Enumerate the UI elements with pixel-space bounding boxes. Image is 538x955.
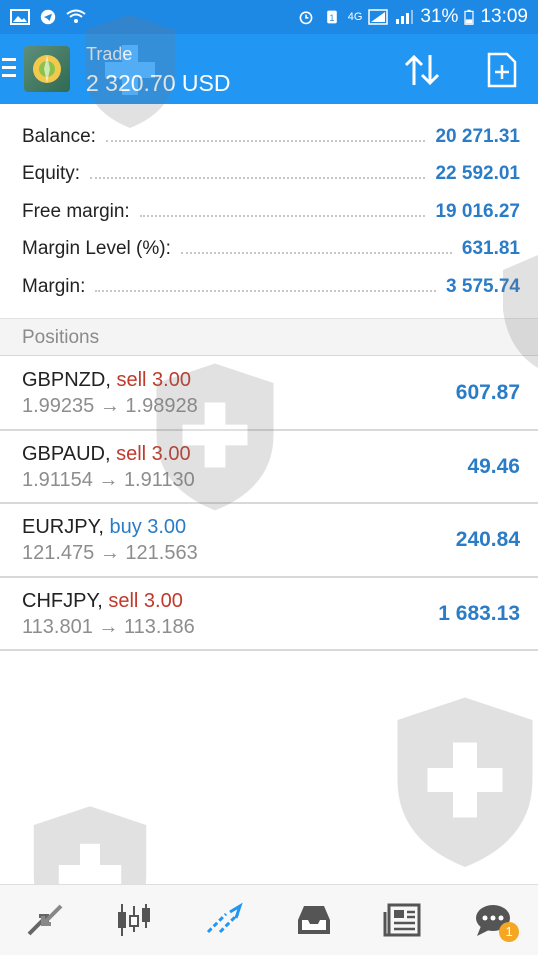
price-arrow: →	[98, 468, 119, 491]
page-title: Trade	[86, 44, 133, 64]
account-summary: Balance: 20 271.31 Equity: 22 592.01 Fre…	[0, 118, 538, 306]
position-prices: 1.99235 → 1.98928	[22, 395, 198, 418]
dotted-leader	[180, 252, 452, 255]
summary-label: Margin Level (%):	[22, 238, 171, 260]
dotted-leader	[105, 139, 426, 142]
position-prices: 113.801 → 113.186	[22, 616, 195, 639]
position-title: GBPNZD, sell 3.00	[22, 369, 191, 392]
position-row[interactable]: EURJPY, buy 3.00 121.475 → 121.563 240.8…	[0, 504, 538, 578]
news-icon	[383, 903, 421, 937]
signal-bars-icon	[396, 10, 414, 24]
current-price: 121.563	[125, 542, 198, 564]
summary-value: 3 575.74	[446, 275, 520, 297]
position-side: sell 3.00	[116, 442, 191, 465]
position-title: GBPAUD, sell 3.00	[22, 443, 191, 466]
current-price: 113.186	[123, 615, 195, 638]
open-price: 113.801	[22, 615, 93, 638]
dotted-leader	[95, 289, 437, 292]
nav-chat[interactable]: 1	[465, 892, 521, 948]
open-price: 1.99235	[22, 395, 95, 417]
summary-value: 22 592.01	[435, 163, 520, 185]
metatrader-logo-icon	[33, 55, 61, 83]
position-profit: 49.46	[467, 454, 520, 478]
telegram-icon	[40, 9, 56, 25]
positions-section-header: Positions	[0, 318, 538, 356]
nav-charts[interactable]	[106, 892, 162, 948]
position-symbol: GBPNZD,	[22, 369, 111, 391]
summary-label: Balance:	[22, 125, 96, 147]
signal-icon	[368, 9, 389, 25]
nav-quotes[interactable]	[17, 892, 73, 948]
trade-icon	[207, 902, 243, 934]
position-profit: 1 683.13	[438, 601, 520, 625]
position-profit: 240.84	[455, 528, 520, 551]
quotes-icon	[27, 904, 63, 936]
nav-news[interactable]	[375, 892, 431, 948]
summary-row-equity: Equity: 22 592.01	[0, 156, 538, 194]
position-symbol: GBPAUD,	[22, 442, 111, 465]
summary-row-margin: Margin: 3 575.74	[0, 268, 538, 306]
position-title: EURJPY, buy 3.00	[22, 516, 186, 539]
svg-text:1: 1	[329, 13, 334, 23]
alarm-icon	[299, 11, 313, 25]
wifi-icon	[66, 9, 86, 23]
summary-row-margin-level: Margin Level (%): 631.81	[0, 231, 538, 269]
battery-icon	[464, 9, 475, 25]
position-prices: 1.91154 → 1.91130	[22, 469, 195, 492]
summary-label: Free margin:	[22, 200, 130, 222]
menu-icon[interactable]	[2, 58, 16, 78]
new-order-button[interactable]	[482, 50, 522, 90]
position-prices: 121.475 → 121.563	[22, 542, 198, 565]
position-side: sell 3.00	[116, 369, 191, 391]
summary-value: 19 016.27	[435, 200, 520, 222]
watermark-shield-icon	[397, 697, 533, 867]
price-arrow: →	[99, 542, 120, 564]
open-price: 121.475	[22, 542, 95, 564]
charts-icon	[118, 904, 151, 936]
position-profit: 607.87	[455, 381, 520, 404]
price-arrow: →	[98, 615, 119, 638]
current-price: 1.91130	[123, 468, 195, 491]
clock: 13:09	[480, 6, 528, 27]
position-row[interactable]: GBPNZD, sell 3.00 1.99235 → 1.98928 607.…	[0, 357, 538, 431]
sort-arrows-icon	[404, 54, 440, 86]
bottom-navigation: 1	[0, 884, 538, 955]
app-header: Trade 2 320.70 USD	[0, 34, 538, 104]
position-title: CHFJPY, sell 3.00	[22, 590, 183, 613]
sim-icon: 1	[326, 10, 337, 24]
current-price: 1.98928	[125, 395, 198, 417]
position-symbol: EURJPY,	[22, 516, 104, 538]
status-bar: 1 4G 31% 13:09	[0, 0, 538, 34]
network-type: 4G	[347, 11, 363, 23]
app-logo[interactable]	[24, 46, 70, 92]
positions-list: GBPNZD, sell 3.00 1.99235 → 1.98928 607.…	[0, 357, 538, 651]
summary-value: 631.81	[461, 238, 520, 260]
dotted-leader	[90, 177, 426, 180]
dotted-leader	[139, 214, 426, 217]
position-symbol: CHFJPY,	[22, 589, 103, 612]
gallery-icon	[10, 9, 30, 25]
nav-history[interactable]	[286, 892, 342, 948]
price-arrow: →	[99, 395, 120, 417]
sort-button[interactable]	[402, 50, 442, 90]
summary-value: 20 271.31	[435, 125, 520, 147]
summary-row-free-margin: Free margin: 19 016.27	[0, 193, 538, 231]
position-row[interactable]: GBPAUD, sell 3.00 1.91154 → 1.91130 49.4…	[0, 431, 538, 504]
position-row[interactable]: CHFJPY, sell 3.00 113.801 → 113.186 1 68…	[0, 578, 538, 651]
summary-label: Margin:	[22, 275, 86, 297]
summary-row-balance: Balance: 20 271.31	[0, 118, 538, 156]
battery-percent: 31%	[420, 6, 459, 27]
summary-label: Equity:	[22, 163, 81, 185]
new-order-icon	[487, 52, 517, 88]
position-side: sell 3.00	[108, 589, 183, 612]
position-side: buy 3.00	[109, 516, 187, 538]
header-balance: 2 320.70 USD	[86, 70, 231, 96]
open-price: 1.91154	[22, 468, 93, 491]
history-icon	[297, 906, 330, 934]
chat-badge: 1	[499, 922, 520, 942]
nav-trade[interactable]	[196, 892, 252, 948]
